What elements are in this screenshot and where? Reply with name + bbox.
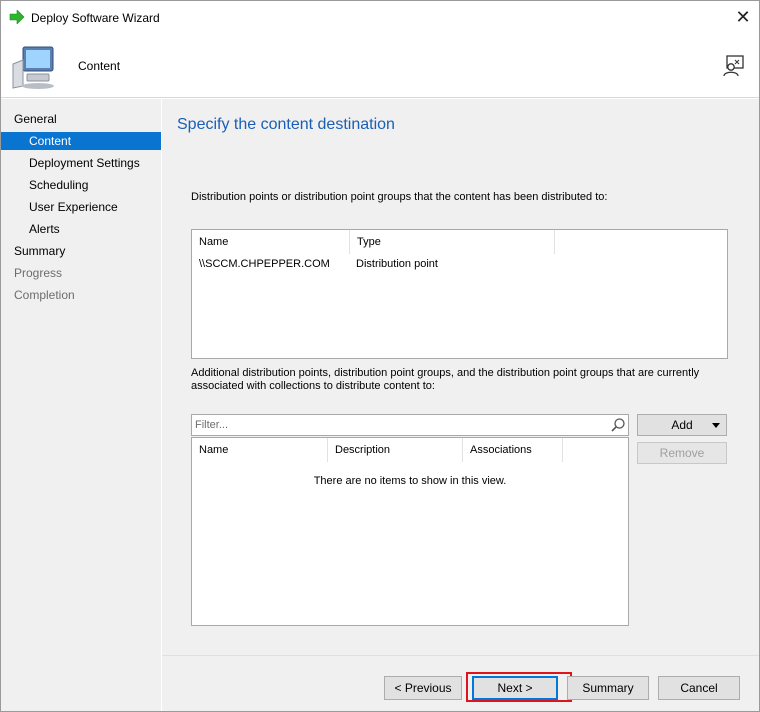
title-bar: Deploy Software Wizard ✕ [1,1,759,34]
summary-button-label: Summary [582,681,634,695]
remove-button: Remove [637,442,727,464]
next-button[interactable]: Next > [472,676,558,700]
column-header-type[interactable]: Type [350,230,555,254]
remove-button-label: Remove [659,446,705,460]
summary-button[interactable]: Summary [567,676,649,700]
search-icon[interactable] [610,417,626,433]
filter-box[interactable] [191,414,629,436]
computer-icon [12,46,54,89]
sidebar-item-general[interactable]: General [1,110,161,128]
page-title: Content [78,59,121,73]
cancel-button-label: Cancel [680,681,718,695]
next-button-label: Next > [497,681,533,695]
additional-points-table[interactable]: Name Description Associations There are … [191,437,629,626]
column-header-name[interactable]: Name [192,438,328,462]
help-user-icon[interactable] [721,54,745,78]
chevron-down-icon [712,423,720,428]
sidebar-item-summary[interactable]: Summary [1,242,161,260]
distributed-points-table[interactable]: Name Type \\SCCM.CHPEPPER.COM Distributi… [191,229,728,359]
sidebar-item-label: Summary [14,244,66,258]
add-button[interactable]: Add [637,414,727,436]
sidebar-item-alerts[interactable]: Alerts [1,220,161,238]
sidebar-item-label: Content [29,134,72,148]
add-button-label: Add [671,418,693,432]
sidebar-item-deployment-settings[interactable]: Deployment Settings [1,154,161,172]
sidebar-item-label: General [14,112,57,126]
wizard-header: Content [1,34,759,98]
sidebar-item-label: Deployment Settings [29,156,140,170]
column-header-description[interactable]: Description [328,438,463,462]
sidebar-item-completion: Completion [1,286,161,304]
column-header-name[interactable]: Name [192,230,350,254]
additional-label-line1: Additional distribution points, distribu… [191,367,700,379]
filter-input[interactable] [195,417,600,433]
cancel-button[interactable]: Cancel [658,676,740,700]
wizard-footer: < Previous Next > Summary Cancel [162,655,759,711]
table-cell-type[interactable]: Distribution point [356,257,438,271]
previous-button[interactable]: < Previous [384,676,462,700]
sidebar-item-label: Progress [14,266,63,280]
distributed-label: Distribution points or distribution poin… [191,191,608,203]
page-heading: Specify the content destination [177,116,395,133]
wizard-sidebar: General Content Deployment Settings Sche… [1,99,161,711]
column-header-associations[interactable]: Associations [463,438,563,462]
wizard-content: Specify the content destination Distribu… [162,99,759,655]
table-cell-name[interactable]: \\SCCM.CHPEPPER.COM [199,257,330,271]
sidebar-item-content[interactable]: Content [1,132,161,150]
sidebar-item-label: Completion [14,288,75,302]
sidebar-item-label: User Experience [29,200,118,214]
close-button[interactable]: ✕ [727,3,759,31]
window-title: Deploy Software Wizard [31,11,160,25]
additional-label-line2: associated with collections to distribut… [191,380,435,392]
previous-button-label: < Previous [394,681,452,695]
close-icon: ✕ [735,7,751,27]
wizard-window: Deploy Software Wizard ✕ Content General… [0,0,760,712]
sidebar-item-progress: Progress [1,264,161,282]
sidebar-item-label: Scheduling [29,178,89,192]
sidebar-item-label: Alerts [29,222,60,236]
sidebar-item-scheduling[interactable]: Scheduling [1,176,161,194]
empty-message: There are no items to show in this view. [313,475,507,487]
green-arrow-icon [9,10,25,24]
sidebar-item-user-experience[interactable]: User Experience [1,198,161,216]
